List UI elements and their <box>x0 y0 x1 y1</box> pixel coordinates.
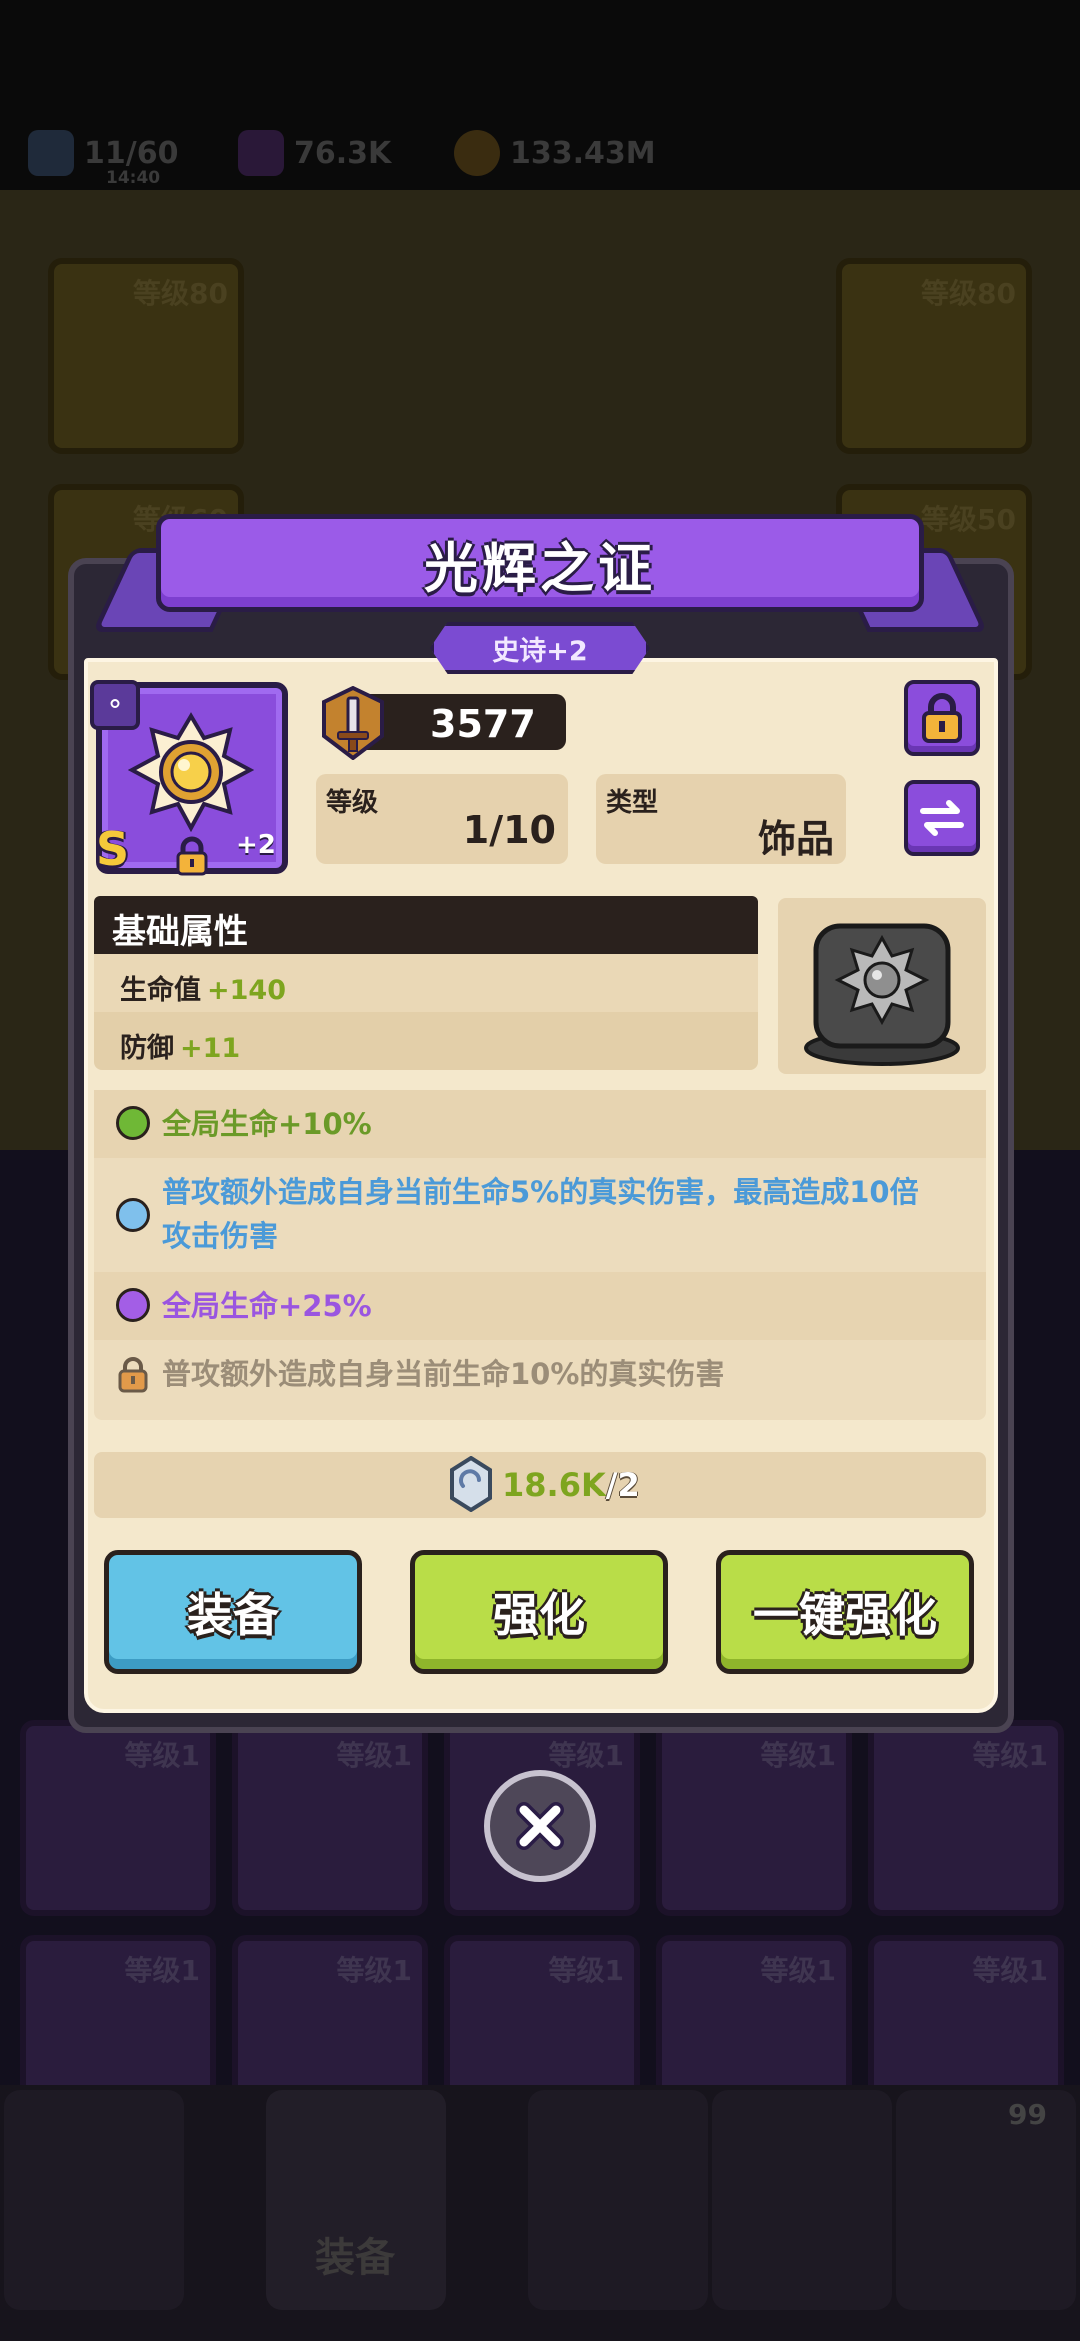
type-value: 饰品 <box>757 817 834 861</box>
upgrade-button[interactable]: 强化 <box>410 1550 668 1674</box>
sword-power-icon <box>322 686 384 760</box>
type-label: 类型 <box>606 788 659 818</box>
attribute-value: +140 <box>207 975 286 1006</box>
energy-value: 11/60 <box>84 135 179 171</box>
nav-battle-button <box>528 2090 708 2310</box>
lightning-icon <box>28 130 74 176</box>
nav-active-label: 装备 <box>315 2235 395 2281</box>
effect-text: 全局生命+25% <box>162 1289 372 1323</box>
cost-text: 18.6K/2 <box>502 1466 640 1504</box>
gem-resource: 76.3K <box>238 128 391 178</box>
gem-icon <box>238 130 284 176</box>
upgrade-cost-bar: 18.6K/2 <box>94 1452 986 1518</box>
level-value: 1/10 <box>462 808 556 852</box>
blue-gem-icon <box>116 1198 150 1232</box>
effect-row: 普攻额外造成自身当前生命5%的真实伤害，最高造成10倍 攻击伤害 <box>94 1158 986 1272</box>
equip-button-label: 装备 <box>187 1588 279 1642</box>
effect-text: 普攻额外造成自身当前生命10%的真实伤害 <box>162 1357 725 1391</box>
grade-badge: S <box>96 822 130 876</box>
effect-text-line2: 攻击伤害 <box>162 1219 279 1253</box>
type-box: 类型 饰品 <box>596 774 846 864</box>
effect-row-locked: 普攻额外造成自身当前生命10%的真实伤害 <box>94 1340 986 1408</box>
level-box: 等级 1/10 <box>316 774 568 864</box>
inventory-item: 等级1 <box>656 1720 852 1916</box>
coin-value: 133.43M <box>510 135 656 171</box>
close-icon <box>516 1802 564 1850</box>
inventory-item: 等级1 <box>232 1720 428 1916</box>
nav-chest-button <box>896 2090 1076 2310</box>
energy-timer: 14:40 <box>106 168 161 188</box>
lock-toggle-button[interactable] <box>904 680 980 756</box>
coin-icon <box>454 130 500 176</box>
medal-icon <box>128 712 254 832</box>
rarity-label: 史诗+2 <box>492 635 588 667</box>
rarity-tag: 史诗+2 <box>430 622 650 674</box>
equip-button[interactable]: 装备 <box>104 1550 362 1674</box>
nav-badge-count: 99 <box>1008 2098 1047 2131</box>
nav-upgrade-button <box>712 2090 892 2310</box>
swap-arrows-icon <box>920 800 964 836</box>
base-attributes-header: 基础属性 <box>94 896 758 954</box>
purple-gem-icon <box>116 1288 150 1322</box>
item-name: 光辉之证 <box>424 536 656 600</box>
level-label: 等级 <box>326 788 379 818</box>
inventory-item: 等级1 <box>868 1720 1064 1916</box>
auto-upgrade-button[interactable]: 一键强化 <box>716 1550 974 1674</box>
effect-row: 全局生命+10% <box>94 1090 986 1158</box>
attribute-name: 防御 <box>120 1033 174 1064</box>
upgrade-button-label: 强化 <box>493 1588 585 1642</box>
swap-button[interactable] <box>904 780 980 856</box>
special-effects-list: 全局生命+10% 普攻额外造成自身当前生命5%的真实伤害，最高造成10倍 攻击伤… <box>94 1090 986 1420</box>
energy-resource: 11/60 14:40 <box>28 128 179 188</box>
effect-text-line1: 普攻额外造成自身当前生命5%的真实伤害，最高造成10倍 <box>162 1175 919 1209</box>
item-preview-panel <box>778 898 986 1074</box>
cost-amount: 18.6K <box>502 1466 606 1504</box>
inventory-item: 等级1 <box>20 1720 216 1916</box>
cost-required: /2 <box>605 1466 640 1504</box>
attribute-name: 生命值 <box>120 975 201 1006</box>
effect-row: 全局生命+25% <box>94 1272 986 1340</box>
upgrade-stone-icon <box>450 1456 492 1512</box>
attribute-value: +11 <box>180 1033 241 1064</box>
nav-shop-button <box>4 2090 184 2310</box>
base-attributes-title: 基础属性 <box>112 912 248 952</box>
equip-slot-armor: 等级80 <box>836 258 1032 454</box>
attribute-row: 防御 +11 <box>94 1012 758 1070</box>
power-value: 3577 <box>430 702 536 746</box>
green-gem-icon <box>116 1106 150 1140</box>
attribute-row: 生命值 +140 <box>94 954 758 1012</box>
padlock-icon <box>922 693 962 743</box>
coin-resource: 133.43M <box>454 128 656 178</box>
effect-text: 全局生命+10% <box>162 1107 372 1141</box>
lock-icon <box>176 836 208 876</box>
auto-upgrade-button-label: 一键强化 <box>753 1588 937 1642</box>
gem-value: 76.3K <box>294 135 392 171</box>
lock-icon <box>118 1357 148 1393</box>
enhance-level: +2 <box>236 830 276 860</box>
equip-slot-weapon: 等级80 <box>48 258 244 454</box>
close-button[interactable] <box>484 1770 596 1882</box>
item-title-ribbon: 光辉之证 <box>156 514 924 612</box>
item-display-stand-icon <box>804 923 960 1066</box>
